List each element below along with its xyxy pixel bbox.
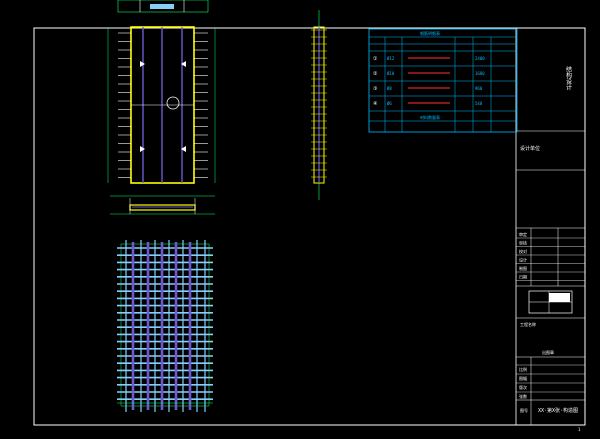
company-label: 设计单位: [520, 145, 540, 152]
table-row-id: ②: [373, 71, 378, 77]
table-row-dia: Ø12: [387, 56, 395, 61]
table-row-id: ③: [373, 86, 378, 92]
title-row-label: 制图: [519, 265, 527, 271]
table-row-len: 2400: [475, 56, 485, 61]
project-label: 工程名称: [520, 321, 536, 327]
title-row-label: 校对: [519, 248, 527, 254]
bottom-row-label: 版次: [519, 384, 527, 390]
vertical-title-text: 结构设计: [565, 65, 572, 91]
bottom-row-label: 比例: [519, 366, 527, 372]
bottom-row-label: 图幅: [519, 375, 527, 381]
sheet-title: XX·第X张·构造图: [538, 407, 578, 414]
bottom-row-label: 张数: [519, 393, 527, 399]
title-row-label: 日期: [519, 274, 527, 280]
title-row-label: 审核: [519, 240, 527, 246]
table-row-id: ④: [373, 101, 378, 107]
table-row-id: ①: [373, 56, 378, 62]
table-sub-title: 材料数量表: [420, 114, 440, 120]
sheet-tag: 图号: [520, 407, 528, 413]
table-row-len: 540: [475, 101, 483, 106]
table-row-len: 1680: [475, 71, 485, 76]
cad-drawing-canvas[interactable]: 审定 审核 校对 设计 制图 日期 比例 图幅 版次 张数 结构设计 设计单位 工程名称 出图章 …: [0, 0, 600, 439]
table-row-len: 960: [475, 86, 483, 91]
stamp-label: 出图章: [542, 349, 554, 355]
table-row-dia: Ø6: [387, 101, 392, 106]
title-row-label: 设计: [519, 257, 527, 263]
table-row-dia: Ø10: [387, 71, 395, 76]
table-title: 钢筋明细表: [420, 30, 440, 36]
table-row-dia: Ø8: [387, 86, 392, 91]
stamp-fill: [549, 293, 570, 302]
title-row-label: 审定: [519, 231, 527, 237]
